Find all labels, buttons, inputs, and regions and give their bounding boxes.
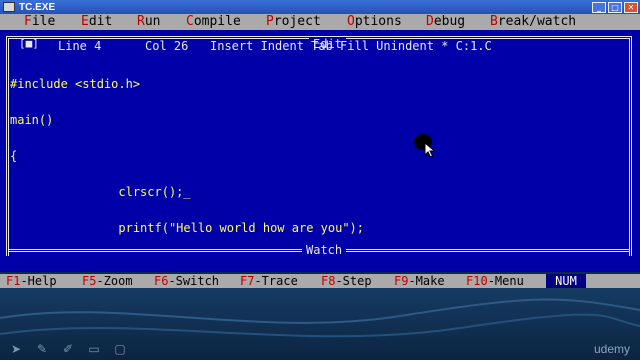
code-line: clrscr();_ — [10, 185, 191, 199]
menu-run[interactable]: Run — [137, 14, 160, 30]
fkey-trace[interactable]: F7-Trace — [240, 274, 298, 288]
watch-window[interactable] — [0, 256, 640, 272]
brand-watermark: udemy — [593, 342, 630, 356]
code-line: printf("Hello world how are you"); — [10, 221, 365, 235]
code-line: main() — [10, 113, 54, 127]
window-title: TC.EXE — [19, 1, 56, 13]
close-button[interactable]: ✕ — [624, 1, 638, 13]
video-player-bar: ➤ ✎ ✐ ▭ ▢ udemy — [0, 288, 640, 360]
menu-break-watch[interactable]: Break/watch — [490, 14, 576, 30]
pen-icon[interactable]: ✐ — [60, 342, 76, 356]
fkey-menu[interactable]: F10-Menu — [466, 274, 524, 288]
editor-window: [■] Edit Line 4 Col 26 Insert Indent Tab… — [0, 30, 640, 272]
window-title-bar: TC.EXE _ □ ✕ — [0, 0, 640, 14]
code-line: #include <stdio.h> — [10, 77, 141, 91]
fkey-zoom[interactable]: F5-Zoom — [82, 274, 133, 288]
watch-title: Watch — [302, 244, 347, 256]
menu-debug[interactable]: Debug — [426, 14, 465, 30]
pointer-icon[interactable]: ➤ — [8, 342, 24, 356]
maximize-button[interactable]: □ — [608, 1, 622, 13]
menu-compile[interactable]: Compile — [186, 14, 241, 30]
menu-project[interactable]: Project — [266, 14, 321, 30]
watch-divider: Watch — [8, 244, 630, 256]
fkey-step[interactable]: F8-Step — [321, 274, 372, 288]
menu-file[interactable]: File — [24, 14, 55, 30]
fkey-switch[interactable]: F6-Switch — [154, 274, 219, 288]
function-key-bar: F1-Help F5-Zoom F6-Switch F7-Trace F8-St… — [0, 274, 640, 288]
code-line: { — [10, 149, 18, 163]
column-indicator: Col 26 — [145, 39, 189, 53]
line-indicator: Line 4 — [58, 39, 102, 53]
mouse-pointer-icon — [424, 142, 436, 158]
menu-options[interactable]: Options — [347, 14, 402, 30]
pencil-icon[interactable]: ✎ — [34, 342, 50, 356]
fkey-help[interactable]: F1-Help — [6, 274, 57, 288]
menu-edit[interactable]: Edit — [81, 14, 112, 30]
comment-icon[interactable]: ▢ — [112, 342, 128, 356]
menu-bar: File Edit Run Compile Project Options De… — [0, 14, 640, 30]
editor-modes: Insert Indent Tab Fill Unindent * C:1.C — [210, 39, 492, 53]
fkey-make[interactable]: F9-Make — [394, 274, 445, 288]
eraser-icon[interactable]: ▭ — [86, 342, 102, 356]
app-icon — [3, 2, 15, 12]
annotation-toolbar: ➤ ✎ ✐ ▭ ▢ — [8, 342, 128, 356]
editor-status-line: Line 4 Col 26 Insert Indent Tab Fill Uni… — [8, 39, 630, 53]
num-lock-indicator: NUM — [546, 274, 586, 288]
minimize-button[interactable]: _ — [592, 1, 606, 13]
